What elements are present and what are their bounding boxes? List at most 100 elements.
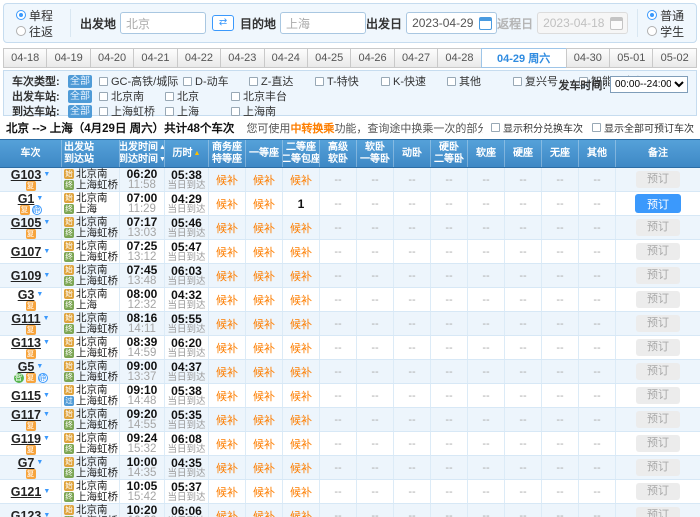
filter-all-badge[interactable]: 全部 <box>68 105 92 118</box>
filter-option-北京南[interactable]: 北京南 <box>99 88 165 104</box>
waitlist-link[interactable]: 候补 <box>290 508 312 517</box>
from-input[interactable] <box>120 12 206 34</box>
waitlist-link[interactable]: 候补 <box>216 460 238 476</box>
expand-stops-icon[interactable]: ▼ <box>43 169 50 181</box>
expand-stops-icon[interactable]: ▼ <box>43 409 50 421</box>
waitlist-link[interactable]: 候补 <box>216 508 238 517</box>
waitlist-link[interactable]: 候补 <box>253 172 275 188</box>
waitlist-link[interactable]: 候补 <box>290 340 312 356</box>
date-tab-04-30[interactable]: 04-30 <box>566 48 610 68</box>
expand-stops-icon[interactable]: ▼ <box>43 313 50 325</box>
filter-option-T-特快[interactable]: T-特快 <box>315 73 381 89</box>
trip-type-roundtrip[interactable]: 往返 <box>16 24 53 39</box>
train-number-link[interactable]: G105 <box>11 217 42 229</box>
waitlist-link[interactable]: 候补 <box>253 316 275 332</box>
train-number-link[interactable]: G117 <box>11 409 41 421</box>
waitlist-link[interactable]: 候补 <box>290 460 312 476</box>
date-tab-05-01[interactable]: 05-01 <box>609 48 653 68</box>
expand-stops-icon[interactable]: ▼ <box>36 457 43 469</box>
date-tab-04-24[interactable]: 04-24 <box>264 48 308 68</box>
train-number-link[interactable]: G111 <box>11 313 40 325</box>
train-number-link[interactable]: G1 <box>18 193 35 205</box>
waitlist-link[interactable]: 候补 <box>216 244 238 260</box>
date-tab-05-02[interactable]: 05-02 <box>652 48 696 68</box>
waitlist-link[interactable]: 候补 <box>253 484 275 500</box>
waitlist-link[interactable]: 候补 <box>253 340 275 356</box>
trip-type-oneway[interactable]: 单程 <box>16 8 53 23</box>
train-number-link[interactable]: G113 <box>11 337 41 349</box>
waitlist-link[interactable]: 候补 <box>290 292 312 308</box>
filter-option-北京丰台[interactable]: 北京丰台 <box>231 88 297 104</box>
waitlist-link[interactable]: 候补 <box>290 220 312 236</box>
waitlist-link[interactable]: 候补 <box>253 244 275 260</box>
waitlist-link[interactable]: 候补 <box>216 292 238 308</box>
waitlist-link[interactable]: 候补 <box>216 436 238 452</box>
expand-stops-icon[interactable]: ▼ <box>43 486 50 498</box>
filter-option-GC-高铁/城际[interactable]: GC-高铁/城际 <box>99 73 183 89</box>
filter-all-badge[interactable]: 全部 <box>68 90 92 103</box>
waitlist-link[interactable]: 候补 <box>253 364 275 380</box>
waitlist-link[interactable]: 候补 <box>253 388 275 404</box>
waitlist-link[interactable]: 候补 <box>290 172 312 188</box>
to-input[interactable] <box>280 12 366 34</box>
expand-stops-icon[interactable]: ▼ <box>36 193 43 205</box>
sort-asc-icon[interactable]: ▲ <box>194 148 201 160</box>
waitlist-link[interactable]: 候补 <box>253 292 275 308</box>
waitlist-link[interactable]: 候补 <box>253 196 275 212</box>
train-number-link[interactable]: G109 <box>11 270 42 282</box>
date-tab-04-18[interactable]: 04-18 <box>3 48 47 68</box>
calendar-icon[interactable] <box>479 17 492 30</box>
filter-option-D-动车[interactable]: D-动车 <box>183 73 249 89</box>
waitlist-link[interactable]: 候补 <box>216 412 238 428</box>
waitlist-link[interactable]: 候补 <box>290 484 312 500</box>
waitlist-link[interactable]: 候补 <box>253 412 275 428</box>
waitlist-link[interactable]: 候补 <box>290 268 312 284</box>
expand-stops-icon[interactable]: ▼ <box>43 337 50 349</box>
show-points-trains-checkbox[interactable]: 显示积分兑换车次 <box>491 120 583 135</box>
waitlist-link[interactable]: 候补 <box>253 220 275 236</box>
waitlist-link[interactable]: 候补 <box>216 484 238 500</box>
waitlist-link[interactable]: 候补 <box>216 172 238 188</box>
waitlist-link[interactable]: 候补 <box>290 388 312 404</box>
filter-option-上海南[interactable]: 上海南 <box>231 103 297 119</box>
waitlist-link[interactable]: 候补 <box>253 508 275 517</box>
waitlist-link[interactable]: 候补 <box>216 388 238 404</box>
waitlist-link[interactable]: 候补 <box>216 196 238 212</box>
filter-option-其他[interactable]: 其他 <box>447 73 513 89</box>
train-number-link[interactable]: G7 <box>18 457 35 469</box>
show-bookable-trains-checkbox[interactable]: 显示全部可预订车次 <box>592 120 694 135</box>
expand-stops-icon[interactable]: ▼ <box>43 390 50 402</box>
expand-stops-icon[interactable]: ▼ <box>43 510 50 517</box>
waitlist-link[interactable]: 候补 <box>290 412 312 428</box>
train-number-link[interactable]: G115 <box>11 390 41 402</box>
train-number-link[interactable]: G123 <box>11 510 42 517</box>
date-tab-04-20[interactable]: 04-20 <box>90 48 134 68</box>
filter-all-badge[interactable]: 全部 <box>68 75 92 88</box>
date-tab-04-28[interactable]: 04-28 <box>437 48 481 68</box>
waitlist-link[interactable]: 候补 <box>290 244 312 260</box>
swap-stations-icon[interactable]: ⇄ <box>212 15 234 31</box>
expand-stops-icon[interactable]: ▼ <box>43 270 50 282</box>
expand-stops-icon[interactable]: ▼ <box>43 246 50 258</box>
waitlist-link[interactable]: 候补 <box>216 364 238 380</box>
filter-option-K-快速[interactable]: K-快速 <box>381 73 447 89</box>
waitlist-link[interactable]: 候补 <box>290 364 312 380</box>
date-tab-04-29[interactable]: 04-29 周六 <box>481 48 567 68</box>
date-tab-04-22[interactable]: 04-22 <box>177 48 221 68</box>
waitlist-link[interactable]: 候补 <box>216 268 238 284</box>
train-number-link[interactable]: G103 <box>11 169 42 181</box>
waitlist-link[interactable]: 候补 <box>253 436 275 452</box>
train-number-link[interactable]: G5 <box>18 361 35 373</box>
waitlist-link[interactable]: 候补 <box>290 436 312 452</box>
train-number-link[interactable]: G3 <box>18 289 35 301</box>
date-tab-04-27[interactable]: 04-27 <box>394 48 438 68</box>
waitlist-link[interactable]: 候补 <box>216 220 238 236</box>
date-tab-04-19[interactable]: 04-19 <box>46 48 90 68</box>
column-header-3[interactable]: 历时▲ <box>165 140 209 167</box>
waitlist-link[interactable]: 候补 <box>216 340 238 356</box>
expand-stops-icon[interactable]: ▼ <box>43 433 50 445</box>
filter-option-北京[interactable]: 北京 <box>165 88 231 104</box>
date-tab-04-25[interactable]: 04-25 <box>307 48 351 68</box>
book-button[interactable]: 预订 <box>635 194 681 213</box>
passenger-type-student[interactable]: 学生 <box>647 24 684 39</box>
